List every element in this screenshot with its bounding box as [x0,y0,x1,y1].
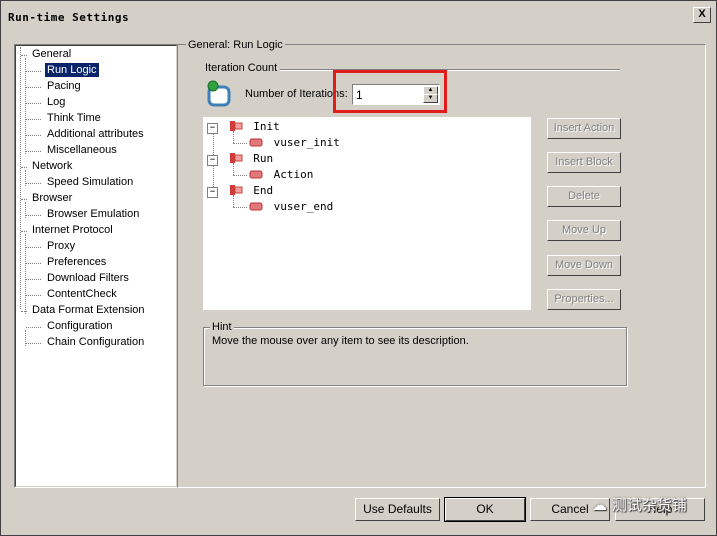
action-icon [249,202,263,211]
block-icon [229,153,243,163]
logic-node-label: vuser_init [273,136,340,149]
tree-item-log[interactable]: Log [45,95,67,109]
tree-item-pacing[interactable]: Pacing [45,79,83,93]
settings-tree[interactable]: General Run Logic Pacing Log Think Time Addit… [14,44,178,488]
tree-item-browser-emulation[interactable]: Browser Emulation [45,207,141,221]
tree-item-proxy[interactable]: Proxy [45,239,77,253]
tree-item-internet-protocol[interactable]: Internet Protocol [30,223,115,237]
properties-button[interactable]: Properties... [547,289,621,310]
logic-node-vuser-end[interactable]: vuser_end [249,200,333,213]
action-icon [249,138,263,147]
logic-node-label: Init [253,120,280,133]
hint-label: Hint [210,321,234,333]
block-icon [229,185,243,195]
title-bar: Run-time Settings X [2,2,715,30]
logic-node-label: vuser_end [273,200,334,213]
iteration-count-label: Iteration Count [203,62,280,74]
insert-action-button[interactable]: Insert Action [547,118,621,139]
iteration-count-divider [280,69,620,71]
delete-button[interactable]: Delete [547,186,621,207]
action-icon [249,170,263,179]
logic-node-init[interactable]: − Init [207,120,280,134]
ok-button[interactable]: OK [444,497,526,522]
highlight-box [333,70,447,113]
close-button[interactable]: X [693,7,711,23]
tree-item-browser[interactable]: Browser [30,191,74,205]
tree-item-run-logic[interactable]: Run Logic [45,63,99,77]
window-title: Run-time Settings [8,11,130,24]
collapse-icon[interactable]: − [207,187,218,198]
watermark: ☁ 测试杂货铺 [592,494,687,515]
tree-item-download-filters[interactable]: Download Filters [45,271,131,285]
tree-item-network[interactable]: Network [30,159,74,173]
tree-item-chain-configuration[interactable]: Chain Configuration [45,335,146,349]
logic-node-action[interactable]: Action [249,168,313,181]
collapse-icon[interactable]: − [207,123,218,134]
logic-node-vuser-init[interactable]: vuser_init [249,136,340,149]
insert-block-button[interactable]: Insert Block [547,152,621,173]
watermark-text: 测试杂货铺 [611,496,687,514]
tree-item-preferences[interactable]: Preferences [45,255,108,269]
iteration-icon [207,80,231,107]
tree-item-configuration[interactable]: Configuration [45,319,114,333]
logic-node-label: Action [273,168,314,181]
move-up-button[interactable]: Move Up [547,220,621,241]
logic-node-run[interactable]: − Run [207,152,273,166]
hint-text: Move the mouse over any item to see its … [212,335,469,347]
panel-title: General: Run Logic [186,39,285,51]
tree-item-speed-simulation[interactable]: Speed Simulation [45,175,135,189]
tree-item-general[interactable]: General [30,47,73,61]
tree-item-data-format-extension[interactable]: Data Format Extension [30,303,147,317]
logic-node-end[interactable]: − End [207,184,273,198]
wechat-icon: ☁ [592,496,607,514]
run-logic-tree[interactable]: − Init vuser_init − Run Action − End vus… [203,117,531,310]
logic-node-label: Run [253,152,274,165]
use-defaults-button[interactable]: Use Defaults [355,498,440,521]
tree-item-think-time[interactable]: Think Time [45,111,103,125]
tree-item-additional-attributes[interactable]: Additional attributes [45,127,146,141]
move-down-button[interactable]: Move Down [547,255,621,276]
tree-item-contentcheck[interactable]: ContentCheck [45,287,119,301]
tree-item-miscellaneous[interactable]: Miscellaneous [45,143,119,157]
logic-node-label: End [253,184,274,197]
collapse-icon[interactable]: − [207,155,218,166]
block-icon [229,121,243,131]
